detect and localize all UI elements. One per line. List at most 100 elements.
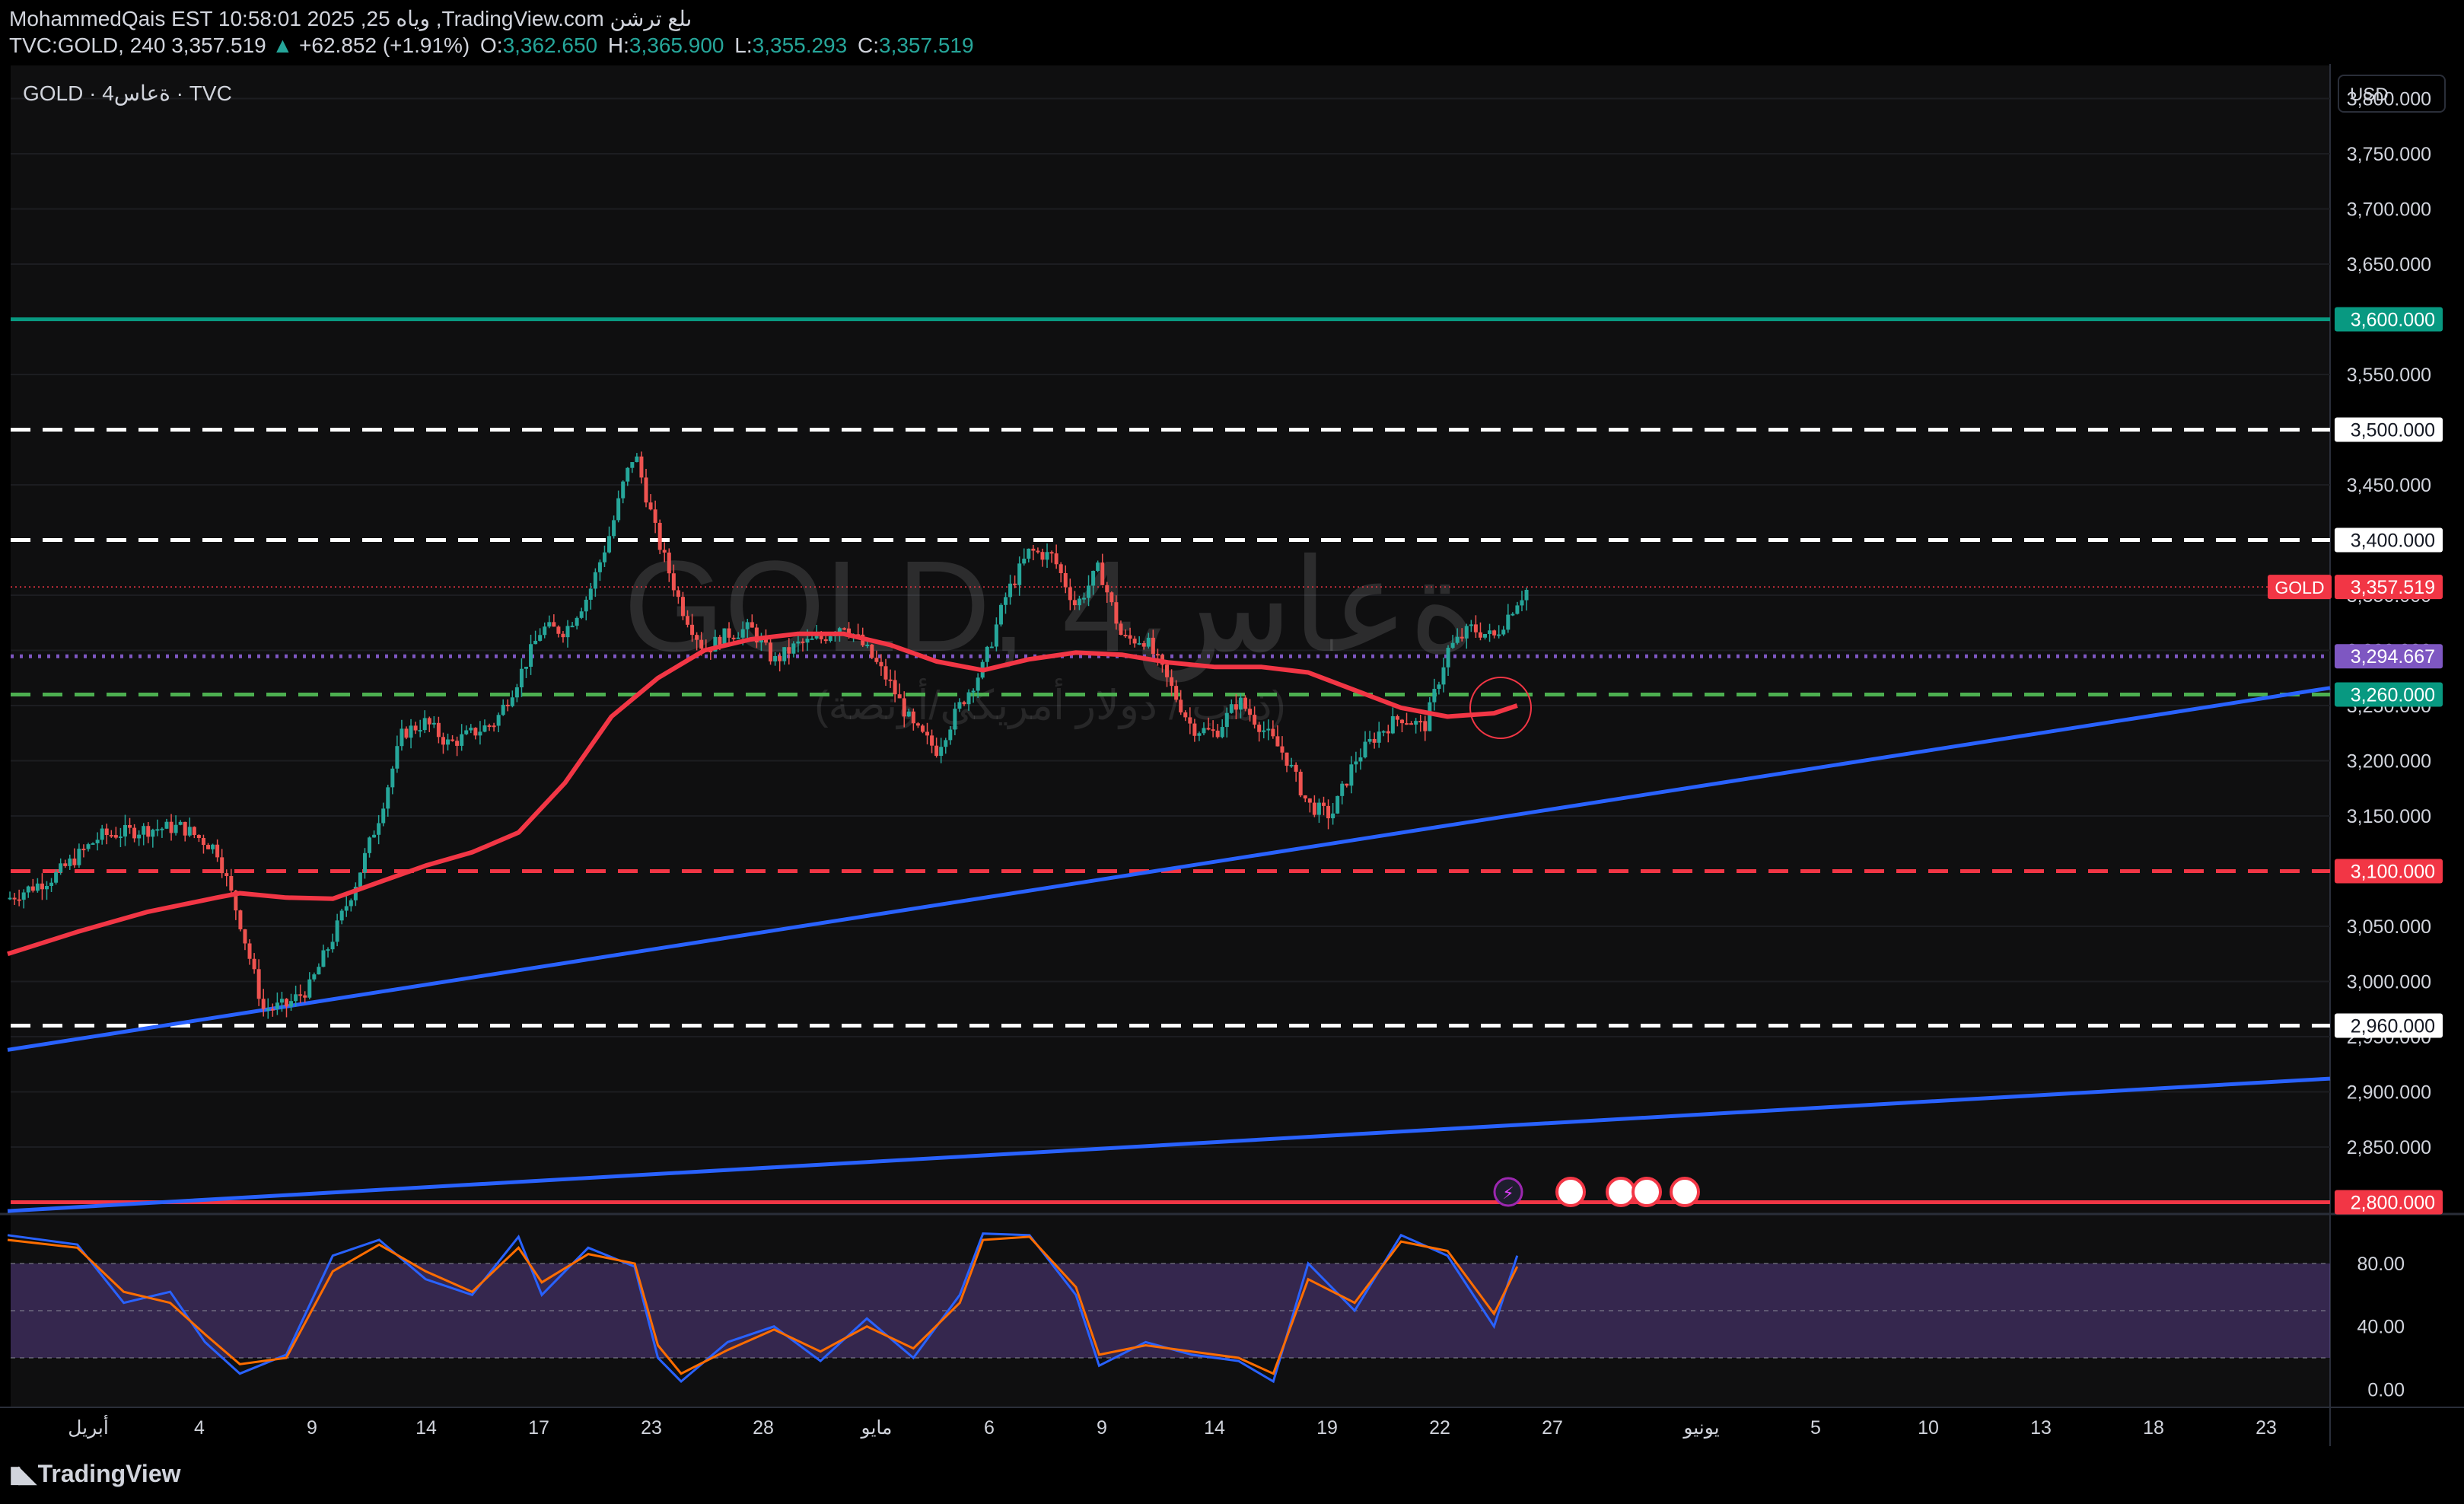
candle-body[interactable] bbox=[911, 711, 915, 724]
candle-body[interactable] bbox=[59, 863, 63, 873]
candle-body[interactable] bbox=[26, 886, 30, 893]
candle-body[interactable] bbox=[1262, 730, 1266, 732]
candle-body[interactable] bbox=[1141, 642, 1146, 647]
candle-body[interactable] bbox=[1372, 738, 1377, 743]
candle-body[interactable] bbox=[727, 628, 731, 638]
candle-body[interactable] bbox=[510, 697, 514, 706]
candle-body[interactable] bbox=[930, 735, 934, 746]
candle-body[interactable] bbox=[1464, 626, 1469, 639]
candle-body[interactable] bbox=[298, 994, 303, 996]
candle-body[interactable] bbox=[91, 843, 95, 845]
candle-body[interactable] bbox=[1455, 636, 1460, 643]
candle-body[interactable] bbox=[740, 629, 745, 638]
candle-body[interactable] bbox=[35, 883, 40, 891]
candle-body[interactable] bbox=[427, 718, 431, 725]
candle-body[interactable] bbox=[745, 622, 750, 629]
candle-body[interactable] bbox=[676, 590, 680, 597]
candle-body[interactable] bbox=[220, 857, 224, 874]
candle-body[interactable] bbox=[21, 892, 26, 900]
symbol-legend[interactable]: TVC:GOLD, 240 3,357.519 ▲ +62.852 (+1.91… bbox=[9, 33, 974, 58]
candle-body[interactable] bbox=[261, 999, 266, 1009]
candle-body[interactable] bbox=[662, 550, 667, 553]
chart-canvas[interactable]: GOLD, 4ةعاس (ذهب / دولار أمريكي/أونصة) 3… bbox=[0, 64, 2464, 1446]
candle-body[interactable] bbox=[335, 920, 339, 942]
candle-body[interactable] bbox=[1316, 802, 1321, 815]
candle-body[interactable] bbox=[902, 698, 906, 717]
candle-body[interactable] bbox=[1243, 697, 1248, 709]
candle-body[interactable] bbox=[436, 722, 441, 738]
candle-body[interactable] bbox=[1367, 738, 1372, 742]
candle-body[interactable] bbox=[270, 1009, 275, 1011]
candle-body[interactable] bbox=[773, 655, 778, 662]
candle-body[interactable] bbox=[524, 667, 528, 669]
candle-body[interactable] bbox=[1114, 602, 1119, 624]
candle-body[interactable] bbox=[1045, 552, 1049, 560]
candle-body[interactable] bbox=[994, 624, 998, 647]
candle-body[interactable] bbox=[137, 834, 142, 839]
candle-body[interactable] bbox=[1446, 648, 1450, 668]
candle-body[interactable] bbox=[1271, 728, 1275, 737]
candle-body[interactable] bbox=[187, 827, 192, 836]
candle-body[interactable] bbox=[565, 626, 570, 638]
candle-body[interactable] bbox=[736, 637, 740, 639]
candle-body[interactable] bbox=[1381, 731, 1386, 733]
candle-body[interactable] bbox=[1211, 729, 1215, 731]
candle-body[interactable] bbox=[805, 639, 810, 643]
candle-body[interactable] bbox=[279, 999, 284, 1003]
candle-body[interactable] bbox=[1307, 798, 1312, 803]
candle-body[interactable] bbox=[381, 808, 386, 824]
candle-body[interactable] bbox=[473, 728, 478, 736]
candle-body[interactable] bbox=[1363, 741, 1367, 758]
candle-body[interactable] bbox=[1220, 727, 1224, 738]
candle-body[interactable] bbox=[1520, 600, 1524, 606]
candle-body[interactable] bbox=[699, 639, 704, 649]
candle-body[interactable] bbox=[100, 828, 104, 840]
candle-body[interactable] bbox=[644, 477, 648, 503]
candle-body[interactable] bbox=[893, 680, 897, 695]
candle-body[interactable] bbox=[1285, 752, 1289, 766]
candle-body[interactable] bbox=[1469, 624, 1473, 626]
candle-body[interactable] bbox=[77, 849, 81, 865]
candle-body[interactable] bbox=[1206, 728, 1211, 730]
candle-body[interactable] bbox=[294, 994, 298, 1002]
candle-body[interactable] bbox=[561, 633, 565, 638]
candle-body[interactable] bbox=[422, 718, 427, 731]
candle-body[interactable] bbox=[814, 636, 819, 639]
candle-body[interactable] bbox=[455, 741, 460, 746]
candle-body[interactable] bbox=[1229, 704, 1234, 713]
candle-body[interactable] bbox=[639, 456, 644, 478]
candle-body[interactable] bbox=[155, 829, 160, 831]
candle-body[interactable] bbox=[915, 723, 920, 726]
candle-body[interactable] bbox=[957, 702, 962, 709]
candle-body[interactable] bbox=[201, 837, 205, 846]
candle-body[interactable] bbox=[626, 467, 630, 482]
candle-body[interactable] bbox=[229, 875, 234, 891]
candle-body[interactable] bbox=[326, 949, 330, 951]
candle-body[interactable] bbox=[243, 929, 247, 944]
candle-body[interactable] bbox=[409, 725, 413, 738]
candle-body[interactable] bbox=[579, 611, 584, 618]
candle-body[interactable] bbox=[289, 1001, 294, 1007]
candle-body[interactable] bbox=[460, 734, 464, 746]
candle-body[interactable] bbox=[750, 622, 754, 628]
candle-body[interactable] bbox=[635, 456, 639, 463]
candle-body[interactable] bbox=[1096, 562, 1100, 572]
candle-body[interactable] bbox=[395, 746, 400, 769]
candle-body[interactable] bbox=[920, 725, 925, 732]
candle-body[interactable] bbox=[796, 641, 801, 644]
candle-body[interactable] bbox=[206, 845, 211, 849]
candle-body[interactable] bbox=[1298, 771, 1303, 795]
candle-body[interactable] bbox=[1423, 721, 1428, 731]
candle-body[interactable] bbox=[1524, 590, 1529, 601]
candle-body[interactable] bbox=[584, 599, 588, 612]
us-flag-icon[interactable] bbox=[1632, 1177, 1662, 1207]
candle-body[interactable] bbox=[1335, 795, 1340, 814]
candle-body[interactable] bbox=[109, 835, 113, 837]
candle-body[interactable] bbox=[1188, 717, 1192, 724]
candle-body[interactable] bbox=[1123, 635, 1128, 637]
candle-body[interactable] bbox=[1137, 642, 1141, 645]
candle-body[interactable] bbox=[1049, 552, 1054, 554]
candle-body[interactable] bbox=[196, 835, 201, 838]
candle-body[interactable] bbox=[1280, 746, 1285, 753]
candle-body[interactable] bbox=[1275, 736, 1280, 747]
